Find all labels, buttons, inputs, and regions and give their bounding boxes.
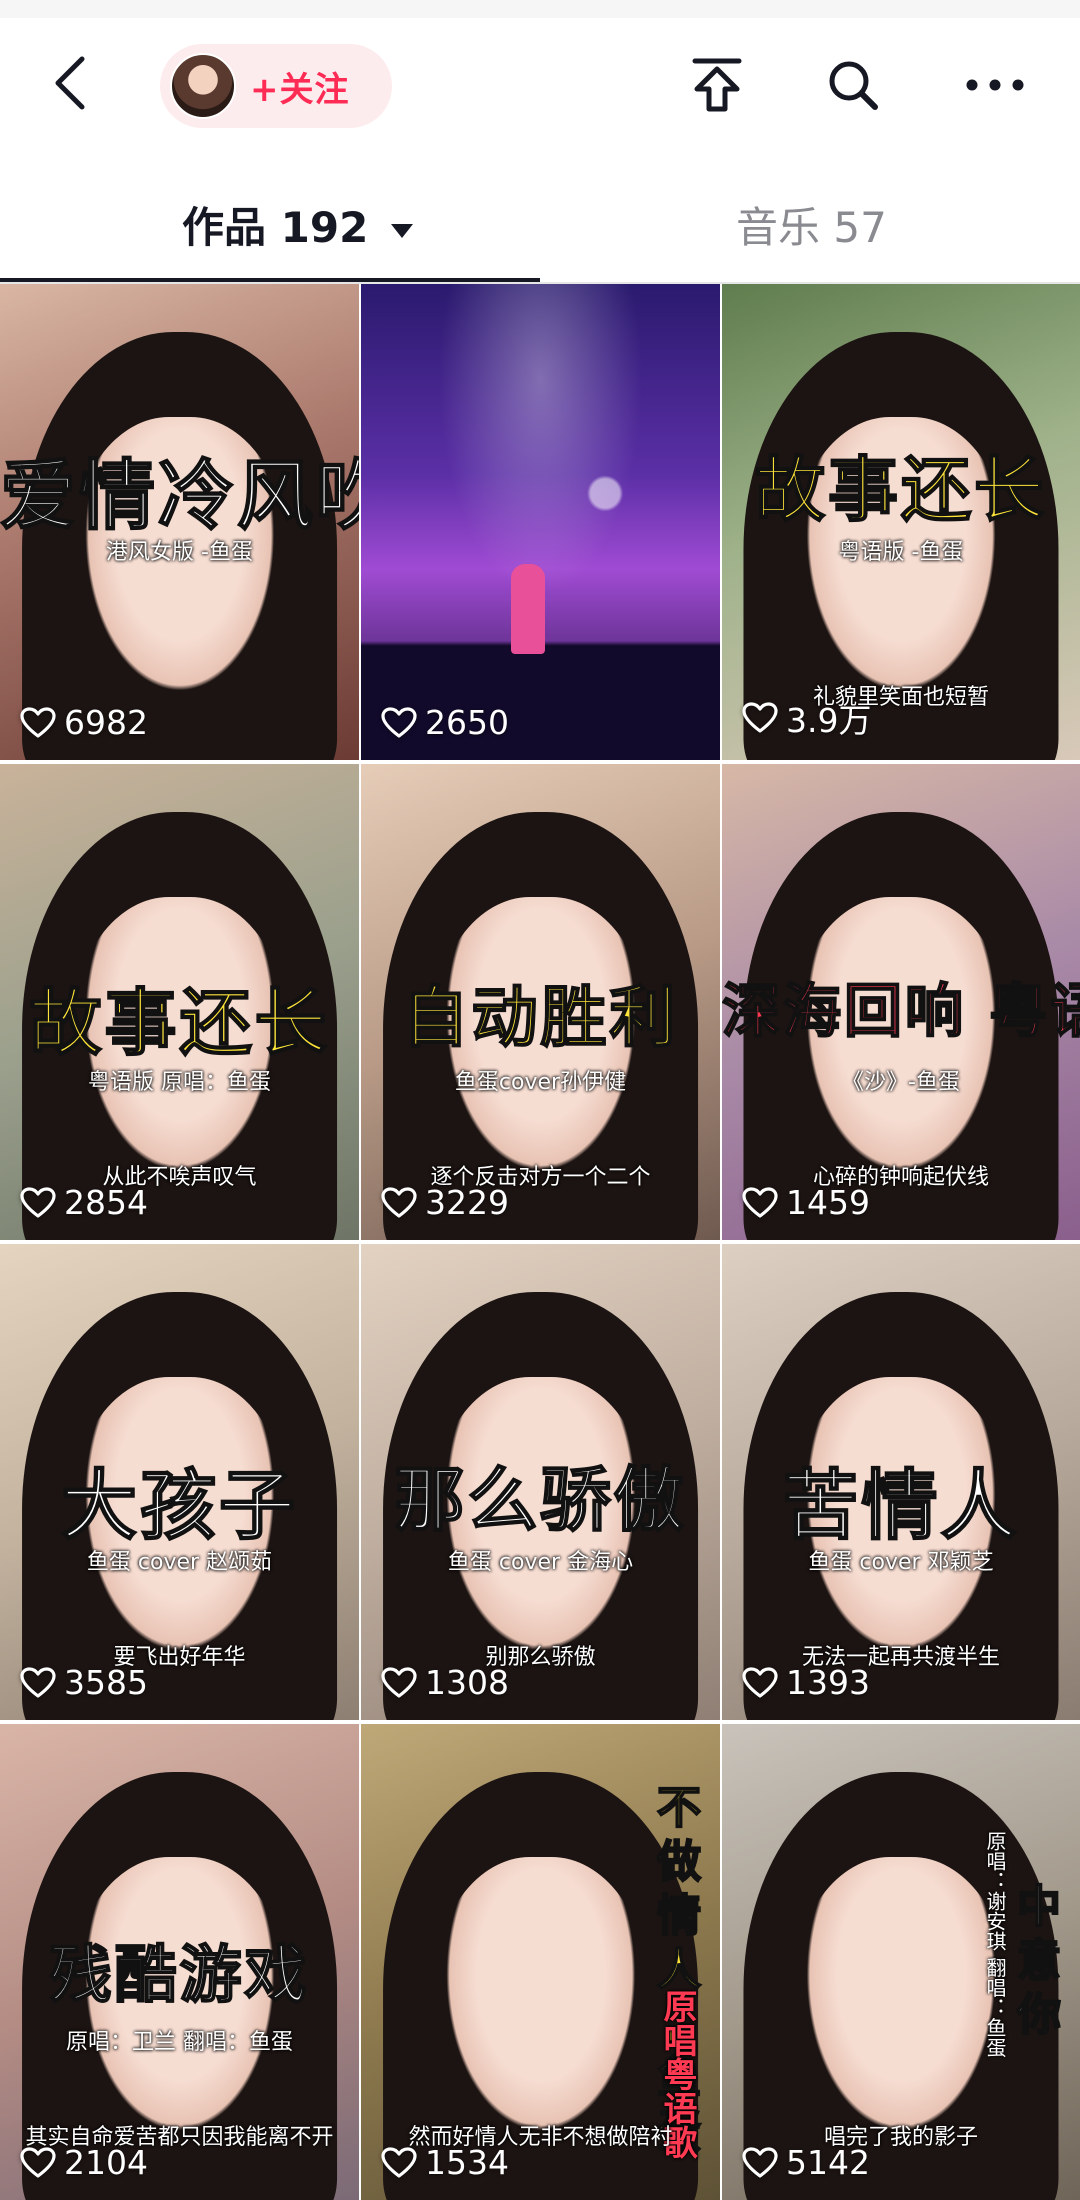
share-button[interactable]: [682, 50, 752, 120]
like-count-value: 1534: [425, 2143, 509, 2182]
like-count: 5142: [742, 2143, 870, 2182]
video-subtitle-overlay: 港风女版 -鱼蛋: [106, 540, 253, 565]
heart-icon: [742, 2146, 778, 2178]
video-tile[interactable]: 那么骄傲 鱼蛋 cover 金海心 别那么骄傲 1308: [361, 1244, 720, 1720]
like-count: 2104: [20, 2143, 148, 2182]
heart-icon: [381, 2146, 417, 2178]
video-tile[interactable]: 残酷游戏 原唱：卫兰 翻唱：鱼蛋 其实自命爱苦都只因我能离不开 2104: [0, 1724, 359, 2200]
like-count: 1534: [381, 2143, 509, 2182]
like-count-value: 6982: [64, 703, 148, 742]
video-title-overlay: 苦情人: [782, 1460, 1020, 1551]
share-icon: [692, 58, 742, 112]
tab-music[interactable]: 音乐 57: [736, 194, 887, 255]
like-count: 1459: [742, 1183, 870, 1222]
video-tile[interactable]: 故事还长 粤语版 -鱼蛋 礼貌里笑面也短暂 3.9万: [722, 284, 1080, 760]
video-tile[interactable]: 深海回响 粤语 《沙》-鱼蛋 心碎的钟响起伏线 1459: [722, 764, 1080, 1240]
video-tile[interactable]: 大孩子 鱼蛋 cover 赵颂茹 要飞出好年华 3585: [0, 1244, 359, 1720]
follow-button[interactable]: +关注: [160, 44, 392, 128]
tab-works-label: 作品 192: [182, 203, 369, 252]
heart-icon: [381, 1666, 417, 1698]
heart-icon: [381, 1186, 417, 1218]
like-count-value: 3229: [425, 1183, 509, 1222]
search-icon: [829, 61, 878, 110]
tab-works[interactable]: 作品 192: [182, 194, 415, 255]
follow-label: +关注: [250, 69, 350, 110]
video-grid: 爱情冷风吹 港风女版 -鱼蛋 6982 2650 故事还长 粤语版 -鱼蛋 礼貌里笑面也短暂…: [0, 284, 1080, 2200]
like-count-value: 2104: [64, 2143, 148, 2182]
more-button[interactable]: [960, 50, 1030, 120]
heart-icon: [742, 1666, 778, 1698]
like-count: 2854: [20, 1183, 148, 1222]
video-title-overlay: 故事还长: [28, 979, 330, 1066]
video-tile[interactable]: 故事还长 粤语版 原唱：鱼蛋 从此不唉声叹气 2854: [0, 764, 359, 1240]
heart-icon: [20, 2146, 56, 2178]
video-title-overlay: 那么骄傲: [394, 1457, 687, 1542]
video-title-overlay: 自动胜利: [402, 977, 679, 1057]
like-count-value: 2854: [64, 1183, 148, 1222]
video-tile[interactable]: 自动胜利 鱼蛋cover孙伊健 逐个反击对方一个二个 3229: [361, 764, 720, 1240]
like-count: 1393: [742, 1663, 870, 1702]
video-title-overlay: 深海回响 粤语: [722, 976, 1080, 1046]
like-count-value: 1308: [425, 1663, 509, 1702]
like-count-value: 3585: [64, 1663, 148, 1702]
heart-icon: [381, 706, 417, 738]
stage-scene: [361, 284, 720, 760]
video-subtitle-overlay: 鱼蛋 cover 赵颂茹: [86, 1550, 273, 1575]
heart-icon: [742, 1186, 778, 1218]
video-subtitle-overlay: 原唱粤语歌: [657, 1989, 697, 2159]
video-subtitle-overlay: 鱼蛋 cover 邓颖芝: [808, 1550, 994, 1575]
like-count-value: 1393: [786, 1663, 870, 1702]
tab-music-label: 音乐 57: [736, 203, 887, 252]
like-count-value: 5142: [786, 2143, 870, 2182]
video-subtitle-overlay: 原唱：卫兰 翻唱：鱼蛋: [66, 2030, 293, 2055]
heart-icon: [742, 702, 778, 733]
back-button[interactable]: [40, 48, 100, 118]
more-icon: [966, 79, 1024, 91]
video-subtitle-overlay: 粤语版 原唱：鱼蛋: [88, 1070, 271, 1095]
video-tile[interactable]: 2650: [361, 284, 720, 760]
avatar[interactable]: [170, 53, 236, 119]
video-tile[interactable]: 不做情人 -鱼蛋 原唱粤语歌 然而好情人无非不想做陪衬 1534: [361, 1724, 720, 2200]
like-count: 6982: [20, 703, 148, 742]
video-title-overlay: 故事还长: [754, 447, 1047, 532]
video-subtitle-overlay: 鱼蛋cover孙伊健: [454, 1070, 627, 1095]
video-tile[interactable]: 中意你 原唱：谢安琪 翻唱：鱼蛋 唱完了我的影子 5142: [722, 1724, 1080, 2200]
video-subtitle-overlay: 原唱：谢安琪 翻唱：鱼蛋: [983, 1830, 1007, 2058]
like-count-value: 3.9万: [786, 701, 872, 740]
like-count: 1308: [381, 1663, 509, 1702]
thumbnail-face: [793, 1857, 1009, 2153]
back-icon: [55, 56, 85, 110]
singer-figure: [511, 564, 545, 654]
video-subtitle-overlay: 《沙》-鱼蛋: [842, 1070, 960, 1095]
caret-down-icon: [390, 223, 413, 238]
like-count: 2650: [381, 703, 509, 742]
heart-icon: [20, 1186, 56, 1218]
video-subtitle-overlay: 粤语版 -鱼蛋: [838, 540, 964, 565]
video-subtitle-overlay: 鱼蛋 cover 金海心: [447, 1550, 634, 1575]
profile-header: +关注: [0, 18, 1080, 150]
content-tabs: 作品 192 音乐 57: [0, 150, 1080, 284]
like-count: 3.9万: [742, 694, 871, 742]
thumbnail-face: [432, 1857, 649, 2153]
video-tile[interactable]: 苦情人 鱼蛋 cover 邓颖芝 无法一起再共渡半生 1393: [722, 1244, 1080, 1720]
video-title-overlay: 爱情冷风吹: [0, 450, 359, 541]
heart-icon: [20, 706, 56, 738]
video-title-overlay: 中意你: [1008, 1882, 1061, 2046]
video-title-overlay: 大孩子: [60, 1460, 298, 1551]
search-button[interactable]: [818, 50, 888, 120]
like-count-value: 1459: [786, 1183, 870, 1222]
heart-icon: [20, 1666, 56, 1698]
video-title-overlay: 残酷游戏: [48, 1937, 310, 2012]
video-tile[interactable]: 爱情冷风吹 港风女版 -鱼蛋 6982: [0, 284, 359, 760]
like-count: 3585: [20, 1663, 148, 1702]
like-count-value: 2650: [425, 703, 509, 742]
like-count: 3229: [381, 1183, 509, 1222]
status-bar-strip: [0, 0, 1080, 18]
